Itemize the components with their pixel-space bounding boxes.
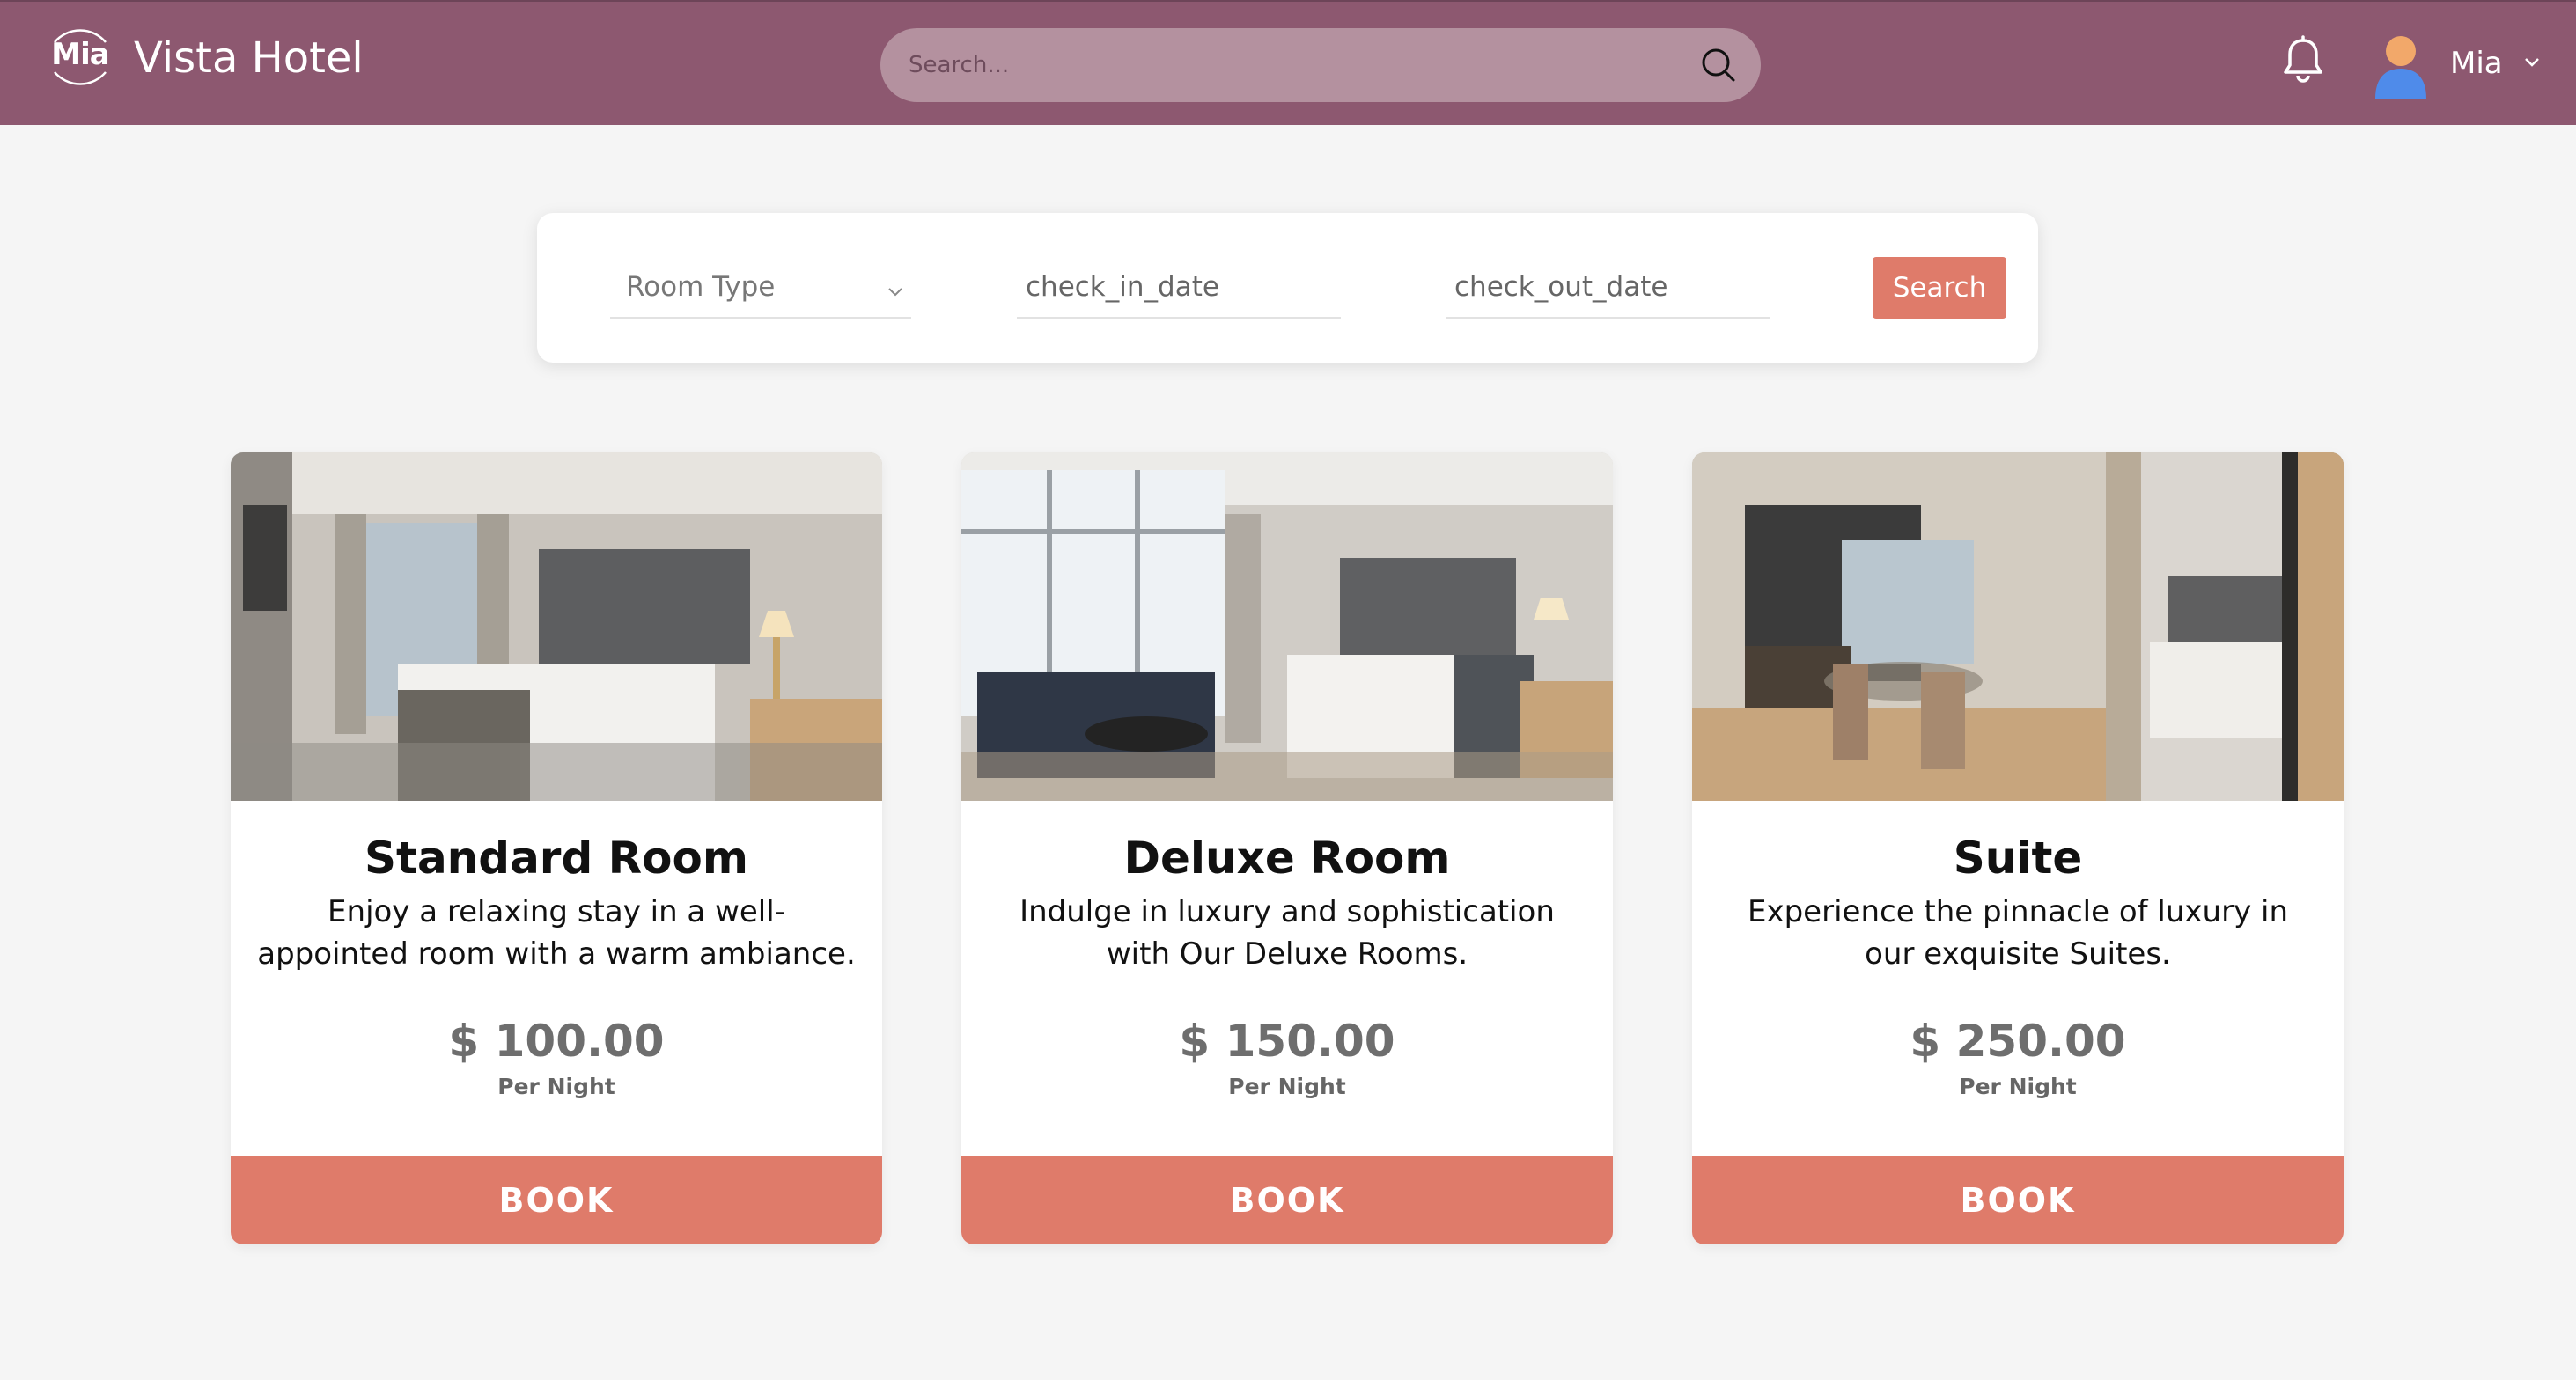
search-button[interactable]: Search xyxy=(1873,257,2006,319)
check-out-date-field[interactable]: check_out_date xyxy=(1446,264,1770,319)
room-name: Standard Room xyxy=(364,833,748,884)
logo-text: Mia xyxy=(51,37,109,72)
room-card-suite: Suite Experience the pinnacle of luxury … xyxy=(1692,452,2344,1244)
global-search xyxy=(880,28,1761,102)
search-input[interactable] xyxy=(909,28,1683,102)
bell-icon[interactable] xyxy=(2280,35,2326,84)
avatar[interactable] xyxy=(2372,32,2430,99)
room-card-deluxe: Deluxe Room Indulge in luxury and sophis… xyxy=(961,452,1613,1244)
room-price: $ 100.00 xyxy=(448,1016,665,1067)
book-button[interactable]: BOOK xyxy=(961,1156,1613,1244)
room-price: $ 250.00 xyxy=(1910,1016,2126,1067)
chevron-down-icon[interactable] xyxy=(2523,56,2541,69)
price-unit: Per Night xyxy=(1959,1074,2077,1099)
chevron-down-icon xyxy=(888,288,902,297)
search-icon[interactable] xyxy=(1699,46,1738,84)
booking-filter-panel: Room Type check_in_date check_out_date S… xyxy=(537,213,2038,363)
room-type-value: Room Type xyxy=(626,271,776,303)
check-in-placeholder: check_in_date xyxy=(1026,271,1219,303)
deluxe-room-photo xyxy=(961,452,1613,801)
price-unit: Per Night xyxy=(497,1074,615,1099)
room-description: Experience the pinnacle of luxury in our… xyxy=(1748,894,2288,972)
top-nav-bar: Mia Vista Hotel Mia xyxy=(0,0,2576,125)
book-button[interactable]: BOOK xyxy=(231,1156,882,1244)
check-out-placeholder: check_out_date xyxy=(1454,271,1668,303)
room-name: Deluxe Room xyxy=(1123,833,1451,884)
room-price: $ 150.00 xyxy=(1179,1016,1395,1067)
room-type-select[interactable]: Room Type xyxy=(610,264,911,319)
user-name[interactable]: Mia xyxy=(2450,46,2503,81)
room-card-standard: Standard Room Enjoy a relaxing stay in a… xyxy=(231,452,882,1244)
suite-room-photo xyxy=(1692,452,2344,801)
logo[interactable]: Mia xyxy=(44,21,116,93)
room-name: Suite xyxy=(1953,833,2083,884)
standard-room-photo xyxy=(231,452,882,801)
price-unit: Per Night xyxy=(1228,1074,1346,1099)
room-description: Enjoy a relaxing stay in a well-appointe… xyxy=(257,894,856,972)
app-title[interactable]: Vista Hotel xyxy=(134,33,364,83)
check-in-date-field[interactable]: check_in_date xyxy=(1017,264,1341,319)
room-description: Indulge in luxury and sophistication wit… xyxy=(1019,894,1555,972)
book-button[interactable]: BOOK xyxy=(1692,1156,2344,1244)
